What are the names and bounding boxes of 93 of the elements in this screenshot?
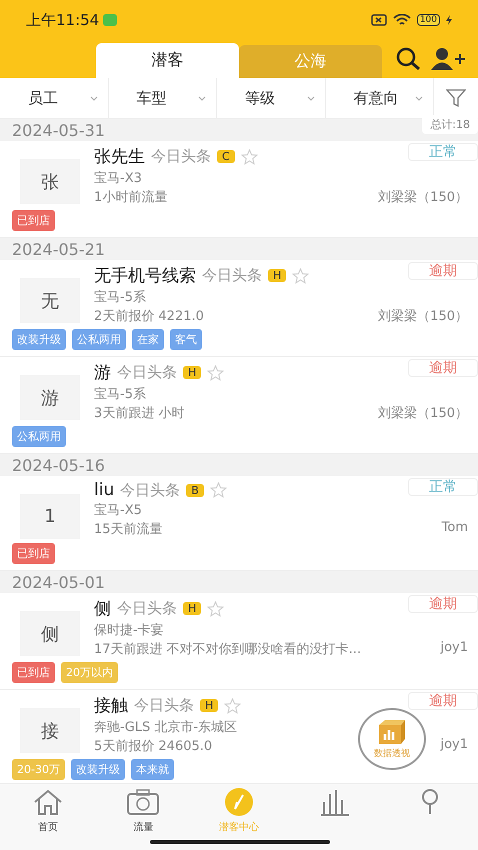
date-header: 2024-05-31 <box>12 120 105 140</box>
home-icon <box>32 788 64 816</box>
avatar: 接 <box>20 708 80 753</box>
car-model: 宝马-X3 <box>94 170 142 187</box>
avatar: 无 <box>20 278 80 323</box>
grade-badge: H <box>268 269 286 282</box>
date-header: 2024-05-21 <box>12 240 105 258</box>
star-icon[interactable] <box>210 482 227 498</box>
follow-up-info: 1小时前流量 <box>94 189 168 206</box>
grade-badge: C <box>217 150 235 163</box>
agent-name: 刘梁梁（150） <box>378 405 468 422</box>
filter-dropdown[interactable]: 车型 <box>108 78 217 118</box>
tag: 20万以内 <box>61 662 118 683</box>
source-label: 今日头条 <box>202 266 262 285</box>
total-count: 总计:18 <box>422 115 478 134</box>
agent-name: joy1 <box>440 640 468 657</box>
no-sim-icon <box>370 14 387 26</box>
search-icon[interactable] <box>396 47 422 71</box>
grade-badge: H <box>183 602 202 615</box>
grade-badge: H <box>183 366 202 379</box>
agent-name: joy1 <box>440 737 468 754</box>
source-label: 今日头条 <box>120 480 180 500</box>
follow-up-info: 3天前跟进 小时 <box>94 405 184 422</box>
follow-up-info: 15天前流量 <box>94 521 163 538</box>
status-badge: 正常 <box>408 143 478 161</box>
star-icon[interactable] <box>240 148 258 164</box>
customer-name[interactable]: 侧 <box>94 597 111 620</box>
customer-name[interactable]: 接触 <box>94 694 128 717</box>
agent-name: Tom <box>442 520 468 537</box>
box-chart-icon <box>377 718 407 744</box>
star-icon[interactable] <box>207 364 224 380</box>
filter-dropdown[interactable]: 员工 <box>0 78 108 118</box>
status-badge: 逾期 <box>408 262 478 280</box>
tag: 公私两用 <box>12 426 66 447</box>
source-label: 今日头条 <box>117 599 177 618</box>
status-badge: 逾期 <box>408 692 478 710</box>
grade-badge: B <box>186 484 204 496</box>
tab[interactable]: 潜客 <box>96 43 239 78</box>
source-label: 今日头条 <box>134 696 194 715</box>
filter-dropdown[interactable]: 等级 <box>217 78 326 118</box>
filter-icon[interactable] <box>446 88 466 108</box>
battery-level: 100 <box>416 14 440 26</box>
customer-name[interactable]: 无手机号线索 <box>94 264 196 287</box>
customer-name[interactable]: 张先生 <box>94 145 145 168</box>
tag: 20-30万 <box>12 759 65 780</box>
wechat-icon <box>103 14 118 26</box>
chevron-icon <box>90 96 98 100</box>
star-icon[interactable] <box>207 600 224 616</box>
tag: 改装升级 <box>12 329 66 350</box>
customer-name[interactable]: 游 <box>94 361 111 384</box>
status-badge: 逾期 <box>408 595 478 613</box>
avatar: 1 <box>20 494 80 539</box>
tag: 已到店 <box>12 210 55 231</box>
nav-tab[interactable]: 首页 <box>0 784 96 850</box>
car-model: 宝马-5系 <box>94 289 146 306</box>
tag: 已到店 <box>12 543 55 564</box>
status-badge: 正常 <box>408 478 478 496</box>
status-time: 上午11:54 <box>26 10 100 30</box>
avatar: 张 <box>20 159 80 204</box>
car-model: 宝马-X5 <box>94 502 142 519</box>
nav-tab[interactable]: 流量 <box>96 784 192 850</box>
car-model: 奔驰-GLS 北京市-东城区 <box>94 719 238 736</box>
star-icon[interactable] <box>224 698 242 714</box>
date-header: 2024-05-01 <box>12 572 105 592</box>
chevron-icon <box>415 96 423 100</box>
charging-icon <box>446 15 452 25</box>
star-icon[interactable] <box>292 268 310 284</box>
wifi-icon <box>392 14 411 26</box>
status-badge: 逾期 <box>408 359 478 377</box>
follow-up-info: 5天前报价 24605.0 <box>94 738 212 755</box>
tag: 本来就 <box>130 759 174 780</box>
source-label: 今日头条 <box>151 147 211 166</box>
agent-name: 刘梁梁（150） <box>378 308 468 325</box>
agent-name: 刘梁梁（150） <box>378 189 468 206</box>
avatar: 游 <box>20 375 80 420</box>
avatar: 侧 <box>20 611 80 656</box>
grade-badge: H <box>200 699 218 712</box>
chevron-icon <box>198 96 206 100</box>
car-model: 宝马-5系 <box>94 386 146 403</box>
add-person-icon[interactable] <box>430 47 466 71</box>
date-header: 2024-05-16 <box>12 456 105 474</box>
tag: 改装升级 <box>70 759 125 780</box>
follow-up-info: 17天前跟进 不对不对你到哪没啥看的没打卡... <box>94 641 362 658</box>
tag: 公私两用 <box>72 329 126 350</box>
follow-up-info: 2天前报价 4221.0 <box>94 308 204 325</box>
source-label: 今日头条 <box>117 363 177 382</box>
car-model: 保时捷-卡宴 <box>94 622 164 639</box>
tag: 客气 <box>170 329 202 350</box>
customer-name[interactable]: liu <box>94 480 114 500</box>
chevron-icon <box>306 96 314 100</box>
tag: 已到店 <box>12 662 55 683</box>
camera-icon <box>126 788 160 816</box>
tag: 在家 <box>132 329 164 350</box>
